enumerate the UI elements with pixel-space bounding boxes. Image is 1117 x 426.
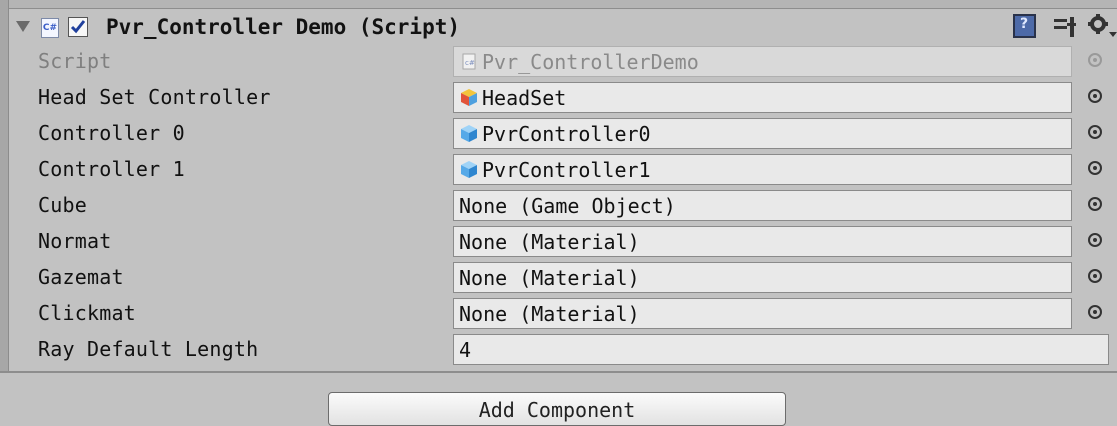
controller-1-field[interactable]: PvrController1: [453, 154, 1072, 185]
object-picker-icon[interactable]: [1088, 197, 1102, 211]
object-picker-icon[interactable]: [1088, 125, 1102, 139]
csharp-script-icon: c#: [460, 52, 478, 71]
component-header[interactable]: C# Pvr_Controller Demo (Script): [0, 8, 1117, 46]
field-row-script: Script c# Pvr_ControllerDemo: [0, 43, 1117, 79]
field-label: Controller 1: [38, 157, 185, 181]
csharp-script-icon: C#: [41, 18, 59, 38]
field-row-clickmat: Clickmat None (Material): [0, 295, 1117, 331]
section-divider: [0, 371, 1117, 373]
field-row-cube: Cube None (Game Object): [0, 187, 1117, 223]
field-value: PvrController0: [482, 122, 651, 146]
controller-0-field[interactable]: PvrController0: [453, 118, 1072, 149]
object-picker-icon[interactable]: [1088, 305, 1102, 319]
field-value: HeadSet: [482, 86, 567, 110]
gazemat-field[interactable]: None (Material): [453, 262, 1072, 293]
object-picker-icon[interactable]: [1088, 161, 1102, 175]
help-book-icon[interactable]: [1013, 14, 1036, 38]
field-row-gazemat: Gazemat None (Material): [0, 259, 1117, 295]
clickmat-field[interactable]: None (Material): [453, 298, 1072, 329]
head-set-controller-field[interactable]: HeadSet: [453, 82, 1072, 113]
object-picker-icon: [1088, 53, 1102, 67]
field-label: Normat: [38, 229, 112, 253]
object-picker-icon[interactable]: [1088, 233, 1102, 247]
inspector-panel: C# Pvr_Controller Demo (Script) Script: [0, 0, 1117, 426]
ray-default-length-input[interactable]: 4: [453, 334, 1109, 365]
cube-field[interactable]: None (Game Object): [453, 190, 1072, 221]
field-value: Pvr_ControllerDemo: [482, 50, 699, 74]
field-label: Ray Default Length: [38, 337, 259, 361]
field-value: None (Material): [459, 266, 640, 290]
field-row-controller-1: Controller 1 PvrController1: [0, 151, 1117, 187]
component-enabled-checkbox[interactable]: [68, 17, 88, 37]
object-picker-icon[interactable]: [1088, 89, 1102, 103]
field-value: 4: [459, 338, 472, 362]
prefab-cube-icon: [460, 124, 478, 143]
gear-icon[interactable]: [1088, 14, 1117, 40]
field-label: Controller 0: [38, 121, 185, 145]
normat-field[interactable]: None (Material): [453, 226, 1072, 257]
field-label: Clickmat: [38, 301, 136, 325]
field-value: PvrController1: [482, 158, 651, 182]
field-label: Cube: [38, 193, 87, 217]
presets-icon[interactable]: [1053, 16, 1077, 38]
add-component-button[interactable]: Add Component: [328, 392, 786, 426]
prefab-multicolor-cube-icon: [460, 88, 478, 107]
field-row-controller-0: Controller 0 PvrController0: [0, 115, 1117, 151]
field-label: Script: [38, 49, 112, 73]
svg-text:c#: c#: [465, 59, 475, 67]
prefab-cube-icon: [460, 160, 478, 179]
foldout-arrow-icon[interactable]: [16, 21, 30, 32]
checkmark-icon: [70, 20, 86, 34]
field-value: None (Material): [459, 230, 640, 254]
field-row-normat: Normat None (Material): [0, 223, 1117, 259]
field-row-head-set-controller: Head Set Controller HeadSet: [0, 79, 1117, 115]
object-picker-icon[interactable]: [1088, 269, 1102, 283]
field-value: None (Material): [459, 302, 640, 326]
field-value: None (Game Object): [459, 194, 676, 218]
field-label: Head Set Controller: [38, 85, 271, 109]
script-object-field: c# Pvr_ControllerDemo: [453, 46, 1072, 77]
component-title: Pvr_Controller Demo (Script): [106, 15, 461, 39]
add-component-label: Add Component: [478, 398, 636, 422]
field-label: Gazemat: [38, 265, 124, 289]
field-row-ray-default-length: Ray Default Length 4: [0, 331, 1117, 367]
